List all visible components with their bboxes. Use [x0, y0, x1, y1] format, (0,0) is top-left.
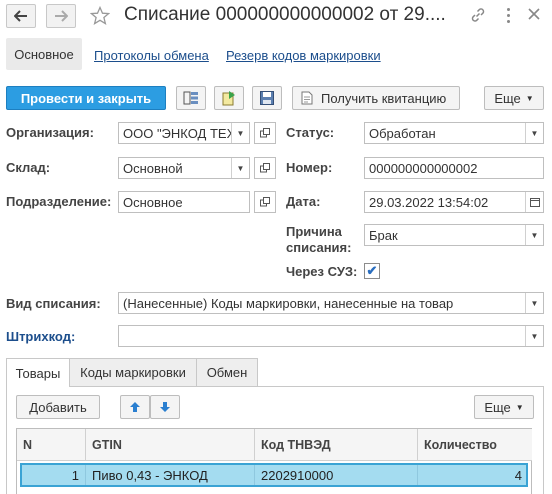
calendar-icon[interactable]	[525, 192, 543, 212]
suz-checkbox[interactable]: ✔	[364, 263, 380, 279]
reason-value: Брак	[369, 228, 398, 243]
reason-label-line2: списания:	[286, 240, 352, 255]
cell-tnved: 2202910000	[261, 467, 334, 483]
more-vertical-icon[interactable]	[503, 6, 513, 24]
tab-exchange-protocols[interactable]: Протоколы обмена	[94, 48, 209, 63]
table-more-label: Еще	[484, 399, 511, 415]
subdivision-value: Основное	[123, 195, 183, 210]
get-receipt-label: Получить квитанцию	[321, 90, 447, 106]
dropdown-icon[interactable]: ▼	[525, 326, 543, 346]
arrow-left-icon	[14, 10, 27, 22]
chevron-down-icon[interactable]: ▼	[231, 123, 249, 143]
date-label: Дата:	[286, 194, 321, 209]
subdivision-field[interactable]: Основное	[118, 191, 250, 213]
close-button[interactable]	[526, 6, 542, 25]
open-window-icon	[260, 197, 270, 207]
open-window-icon	[260, 163, 270, 173]
tab-main[interactable]: Основное	[6, 38, 82, 70]
document-arrow-icon	[222, 91, 235, 106]
tab-marking-codes[interactable]: Коды маркировки	[69, 358, 197, 386]
add-button[interactable]: Добавить	[16, 395, 100, 419]
link-icon	[471, 8, 485, 22]
writeoff-type-value: (Нанесенные) Коды маркировки, нанесенные…	[123, 296, 454, 311]
link-button[interactable]	[470, 7, 486, 26]
arrow-down-icon	[160, 402, 170, 412]
warehouse-label: Склад:	[6, 160, 51, 175]
print-button[interactable]	[214, 86, 244, 110]
warehouse-open-button[interactable]	[254, 157, 276, 179]
more-label: Еще	[494, 90, 521, 106]
column-header-quantity[interactable]: Количество	[418, 429, 532, 461]
forward-button[interactable]	[46, 4, 76, 28]
chevron-down-icon[interactable]: ▼	[525, 293, 543, 313]
subdivision-open-button[interactable]	[254, 191, 276, 213]
column-header-tnved[interactable]: Код ТНВЭД	[255, 429, 417, 461]
writeoff-type-label: Вид списания:	[6, 296, 101, 311]
warehouse-field[interactable]: Основной ▼	[118, 157, 250, 179]
status-value: Обработан	[369, 126, 436, 141]
cell-n: 1	[71, 467, 79, 483]
column-header-gtin[interactable]: GTIN	[86, 429, 254, 461]
window-title: Списание 000000000000002 от 29....	[124, 4, 446, 25]
chevron-down-icon[interactable]: ▼	[231, 158, 249, 178]
writeoff-type-field[interactable]: (Нанесенные) Коды маркировки, нанесенные…	[118, 292, 544, 314]
checkmark-icon: ✔	[366, 263, 378, 278]
barcode-field[interactable]: ▼	[118, 325, 544, 347]
chevron-down-icon: ▼	[515, 402, 524, 412]
organization-label: Организация:	[6, 125, 94, 140]
reason-label-line1: Причина	[286, 224, 342, 239]
organization-field[interactable]: ООО "ЭНКОД ТЕХ ▼	[118, 122, 250, 144]
organization-open-button[interactable]	[254, 122, 276, 144]
arrow-up-icon	[130, 402, 140, 412]
open-window-icon	[260, 128, 270, 138]
goods-table: N GTIN Код ТНВЭД Количество 1 Пиво 0,43 …	[16, 428, 532, 494]
cell-quantity: 4	[514, 467, 522, 483]
column-header-n[interactable]: N	[17, 429, 85, 461]
barcode-label: Штрихкод:	[6, 329, 76, 344]
save-button[interactable]	[252, 86, 282, 110]
close-icon	[528, 8, 540, 20]
warehouse-value: Основной	[123, 161, 183, 176]
tab-goods[interactable]: Товары	[6, 358, 70, 387]
move-up-button[interactable]	[120, 395, 150, 419]
chevron-down-icon[interactable]: ▼	[525, 225, 543, 245]
status-label: Статус:	[286, 125, 335, 140]
chevron-down-icon: ▼	[525, 93, 534, 103]
arrow-right-icon	[55, 10, 68, 22]
date-value: 29.03.2022 13:54:02	[369, 195, 489, 210]
organization-value: ООО "ЭНКОД ТЕХ	[123, 126, 236, 141]
more-button[interactable]: Еще ▼	[484, 86, 544, 110]
document-icon	[301, 91, 313, 105]
document-structure-icon	[183, 91, 198, 105]
number-field[interactable]: 000000000000002	[364, 157, 544, 179]
structure-button[interactable]	[176, 86, 206, 110]
number-label: Номер:	[286, 160, 333, 175]
get-receipt-button[interactable]: Получить квитанцию	[292, 86, 460, 110]
post-and-close-button[interactable]: Провести и закрыть	[6, 86, 166, 110]
chevron-down-icon[interactable]: ▼	[525, 123, 543, 143]
number-value: 000000000000002	[369, 161, 478, 176]
back-button[interactable]	[6, 4, 36, 28]
date-field[interactable]: 29.03.2022 13:54:02	[364, 191, 544, 213]
move-down-button[interactable]	[150, 395, 180, 419]
table-more-button[interactable]: Еще ▼	[474, 395, 534, 419]
cell-gtin: Пиво 0,43 - ЭНКОД	[92, 467, 208, 483]
tab-marking-codes-reserve[interactable]: Резерв кодов маркировки	[226, 48, 381, 63]
status-field[interactable]: Обработан ▼	[364, 122, 544, 144]
tab-exchange[interactable]: Обмен	[196, 358, 258, 386]
subdivision-label: Подразделение:	[6, 194, 112, 209]
star-icon	[89, 5, 111, 25]
favorite-button[interactable]	[89, 5, 111, 29]
save-icon	[260, 91, 274, 105]
table-row[interactable]: 1 Пиво 0,43 - ЭНКОД 2202910000 4	[20, 463, 528, 487]
suz-label: Через СУЗ:	[286, 264, 358, 279]
reason-field[interactable]: Брак ▼	[364, 224, 544, 246]
